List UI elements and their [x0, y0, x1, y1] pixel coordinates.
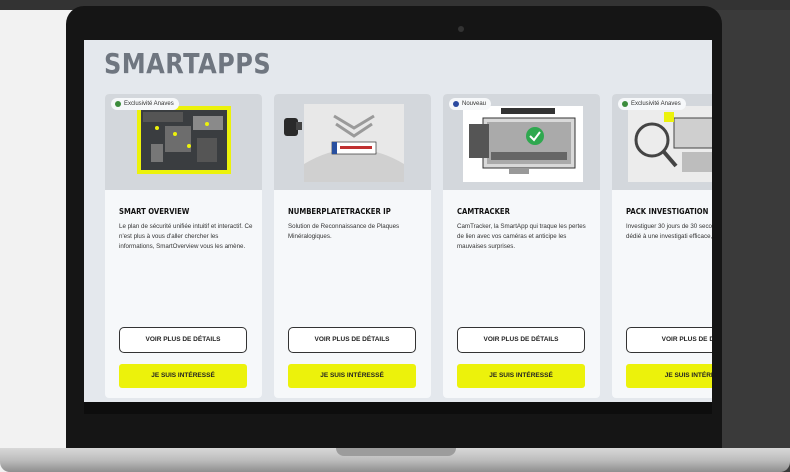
shield-check-icon — [622, 101, 628, 107]
laptop-base-notch — [336, 448, 456, 456]
details-button[interactable]: VOIR PLUS DE DÉTAILS — [288, 327, 416, 353]
smartapp-card-pack-investigation: Exclusivité Anaves PACK INVESTIGATION In… — [612, 94, 712, 398]
webcam-icon — [458, 26, 464, 32]
interested-button[interactable]: JE SUIS INTÉRESSÉ — [457, 364, 585, 388]
interested-button[interactable]: JE SUIS INTÉRE — [626, 364, 712, 388]
card-description: Investiguer 30 jours de 30 secondes! Le … — [626, 223, 712, 240]
laptop-screen: SMARTAPPS Exclusivité Anaves SMART OVERV… — [84, 40, 712, 402]
exclusivite-badge: Exclusivité Anaves — [618, 98, 686, 110]
card-image-area: Exclusivité Anaves — [105, 94, 262, 190]
interested-button[interactable]: JE SUIS INTÉRESSÉ — [119, 364, 247, 388]
details-button[interactable]: VOIR PLUS DE DÉTAILS — [119, 327, 247, 353]
card-title: CAMTRACKER — [457, 207, 510, 216]
screen-bezel-bottom — [84, 402, 712, 414]
card-description: CamTracker, la SmartApp qui traque les p… — [457, 223, 586, 250]
shield-check-icon — [115, 101, 121, 107]
badge-label: Exclusivité Anaves — [631, 101, 681, 107]
interested-button[interactable]: JE SUIS INTÉRESSÉ — [288, 364, 416, 388]
card-title: SMART OVERVIEW — [119, 207, 190, 216]
card-title: PACK INVESTIGATION — [626, 207, 709, 216]
details-button[interactable]: VOIR PLUS DE DÉ — [626, 327, 712, 353]
smartapp-card-camtracker: Nouveau CAMTRACKER CamTracker, la SmartA… — [443, 94, 600, 398]
smartapp-card-smart-overview: Exclusivité Anaves SMART OVERVIEW Le pla… — [105, 94, 262, 398]
badge-label: Nouveau — [462, 101, 487, 107]
card-description: Le plan de sécurité unifiée intuitif et … — [119, 223, 253, 250]
page-title: SMARTAPPS — [104, 47, 272, 80]
card-title: NUMBERPLATETRACKER IP — [288, 207, 391, 216]
badge-label: Exclusivité Anaves — [124, 101, 174, 107]
card-image-area — [274, 94, 431, 190]
card-image-area: Exclusivité Anaves — [612, 94, 712, 190]
card-description: Solution de Reconnaissance de Plaques Mi… — [288, 223, 400, 240]
details-button[interactable]: VOIR PLUS DE DÉTAILS — [457, 327, 585, 353]
exclusivite-badge: Exclusivité Anaves — [111, 98, 179, 110]
card-image-area: Nouveau — [443, 94, 600, 190]
car-plate-image — [284, 104, 404, 182]
nouveau-badge: Nouveau — [449, 98, 492, 110]
star-icon — [453, 101, 459, 107]
smartapp-card-numberplatetracker: NUMBERPLATETRACKER IP Solution de Reconn… — [274, 94, 431, 398]
